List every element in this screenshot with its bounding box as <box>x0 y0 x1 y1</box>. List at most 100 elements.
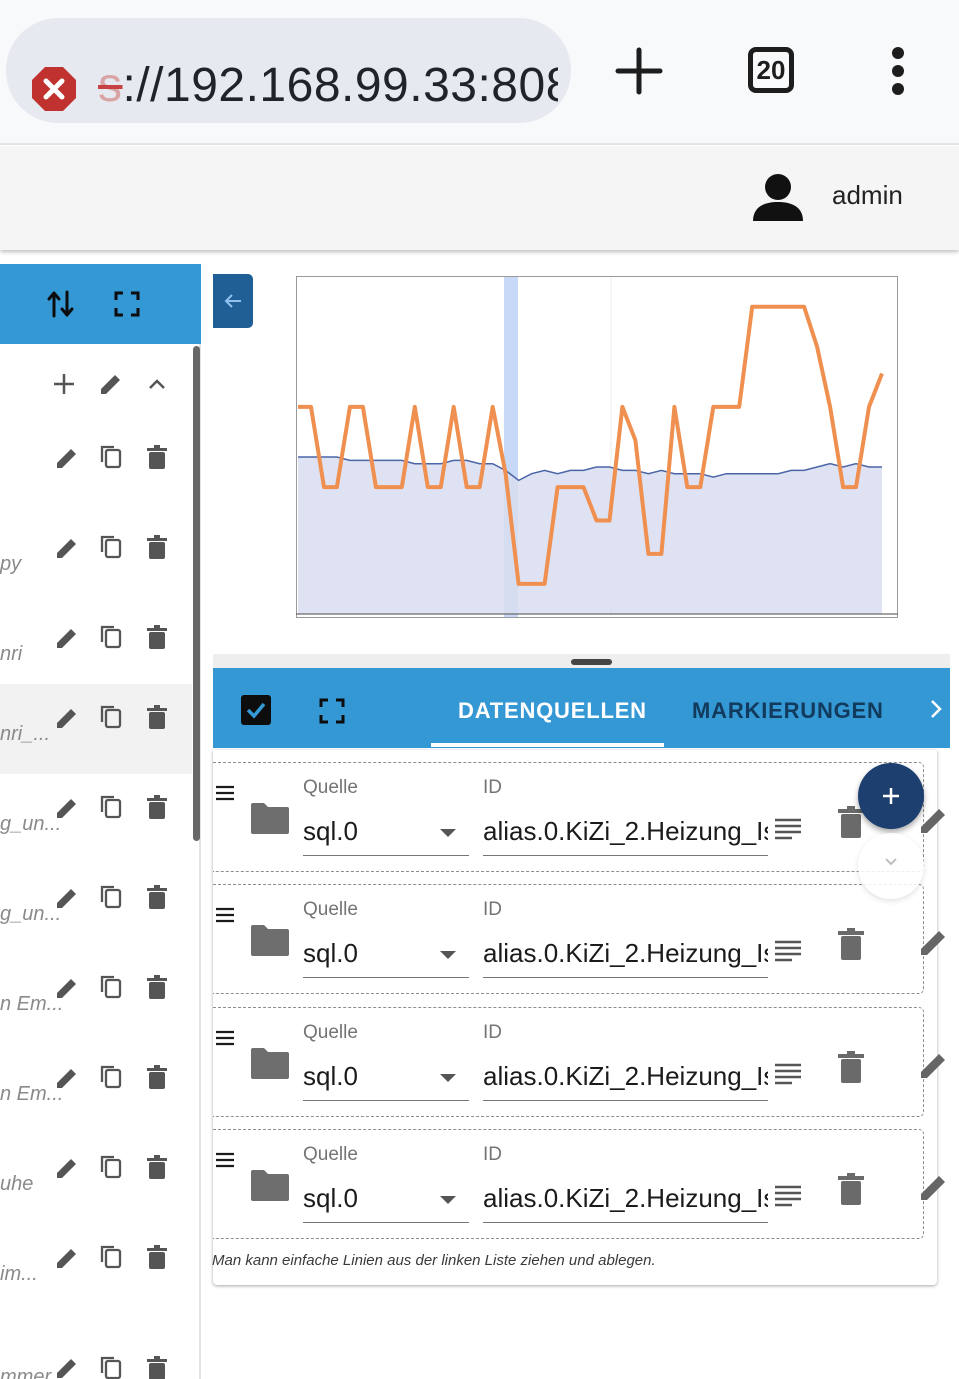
edit-icon[interactable] <box>53 704 81 732</box>
list-item[interactable]: n Em... <box>0 954 192 1044</box>
collapse-icon[interactable] <box>143 370 171 398</box>
splitter-handle[interactable] <box>571 659 612 665</box>
list-item[interactable]: im... <box>0 1224 192 1314</box>
edit-icon[interactable] <box>53 1154 81 1182</box>
collapse-left-button[interactable] <box>213 274 253 328</box>
edit-icon[interactable] <box>53 974 81 1002</box>
delete-icon[interactable] <box>143 1354 171 1379</box>
url-text[interactable]: s://192.168.99.33:8081 <box>98 58 558 113</box>
edit-icon[interactable] <box>918 925 950 957</box>
edit-icon[interactable] <box>918 1170 950 1202</box>
new-tab-icon[interactable] <box>612 44 666 98</box>
list-item[interactable]: g_un... <box>0 864 192 954</box>
delete-icon[interactable] <box>143 1243 171 1271</box>
delete-icon[interactable] <box>143 883 171 911</box>
expand-button[interactable] <box>858 833 924 899</box>
delete-icon[interactable] <box>143 793 171 821</box>
source-select[interactable]: sql.0 <box>303 1055 469 1101</box>
edit-icon[interactable] <box>918 1048 950 1080</box>
expand-icon[interactable] <box>318 697 346 725</box>
copy-icon[interactable] <box>97 1063 125 1091</box>
list-select-icon[interactable] <box>774 817 802 841</box>
add-datasource-button[interactable] <box>858 763 924 829</box>
source-select[interactable]: sql.0 <box>303 932 469 978</box>
delete-icon[interactable] <box>837 1172 865 1206</box>
id-field[interactable]: alias.0.KiZi_2.Heizung_Ist <box>483 1055 768 1101</box>
edit-icon[interactable] <box>53 884 81 912</box>
delete-icon[interactable] <box>143 1063 171 1091</box>
copy-icon[interactable] <box>97 973 125 1001</box>
folder-icon[interactable] <box>249 923 291 957</box>
copy-icon[interactable] <box>97 883 125 911</box>
delete-icon[interactable] <box>143 623 171 651</box>
copy-icon[interactable] <box>97 793 125 821</box>
copy-icon[interactable] <box>97 443 125 471</box>
user-icon[interactable] <box>752 171 804 223</box>
tab-switcher-button[interactable]: 20 <box>748 47 794 93</box>
list-select-icon[interactable] <box>774 1184 802 1208</box>
edit-icon[interactable] <box>97 370 125 398</box>
datasource-row[interactable]: Quelle sql.0 ID alias.0.KiZi_2.Heizung_Ist <box>213 1007 945 1117</box>
tab-markierungen[interactable]: MARKIERUNGEN <box>692 698 884 724</box>
list-item[interactable]: g_un... <box>0 774 192 864</box>
datasource-row[interactable]: Quelle sql.0 ID alias.0.KiZi_2.Heizung_Ist <box>213 762 945 872</box>
copy-icon[interactable] <box>97 623 125 651</box>
copy-icon[interactable] <box>97 703 125 731</box>
sort-icon[interactable] <box>45 288 77 320</box>
delete-icon[interactable] <box>837 1050 865 1084</box>
list-item[interactable]: nri_... <box>0 684 192 774</box>
address-bar[interactable]: s://192.168.99.33:8081 <box>6 18 571 123</box>
list-item[interactable]: n Em... <box>0 1044 192 1134</box>
delete-icon[interactable] <box>143 973 171 1001</box>
more-vert-icon[interactable] <box>884 46 912 96</box>
drag-handle-icon[interactable] <box>215 1030 235 1046</box>
tab-datenquellen[interactable]: DATENQUELLEN <box>458 698 647 724</box>
drag-handle-icon[interactable] <box>215 785 235 801</box>
list-item[interactable] <box>0 424 192 514</box>
user-name[interactable]: admin <box>832 180 903 211</box>
edit-icon[interactable] <box>53 1354 81 1379</box>
not-secure-icon[interactable] <box>31 66 77 112</box>
folder-icon[interactable] <box>249 1168 291 1202</box>
delete-icon[interactable] <box>143 703 171 731</box>
id-field[interactable]: alias.0.KiZi_2.Heizung_Ist <box>483 1177 768 1223</box>
list-item[interactable]: uhe <box>0 1134 192 1224</box>
edit-icon[interactable] <box>53 624 81 652</box>
id-field[interactable]: alias.0.KiZi_2.Heizung_Ist <box>483 932 768 978</box>
delete-icon[interactable] <box>837 927 865 961</box>
edit-icon[interactable] <box>918 803 950 835</box>
edit-icon[interactable] <box>53 534 81 562</box>
copy-icon[interactable] <box>97 533 125 561</box>
copy-icon[interactable] <box>97 1354 125 1379</box>
list-select-icon[interactable] <box>774 1062 802 1086</box>
delete-icon[interactable] <box>143 1153 171 1181</box>
source-select[interactable]: sql.0 <box>303 1177 469 1223</box>
chart[interactable] <box>296 276 898 618</box>
left-scrollbar[interactable] <box>193 346 200 841</box>
list-item[interactable]: nri <box>0 604 192 694</box>
copy-icon[interactable] <box>97 1243 125 1271</box>
folder-icon[interactable] <box>249 801 291 835</box>
edit-icon[interactable] <box>53 1244 81 1272</box>
id-field[interactable]: alias.0.KiZi_2.Heizung_Ist <box>483 810 768 856</box>
copy-icon[interactable] <box>97 1153 125 1181</box>
source-select[interactable]: sql.0 <box>303 810 469 856</box>
drag-handle-icon[interactable] <box>215 907 235 923</box>
checkbox-checked[interactable] <box>241 695 271 725</box>
delete-icon[interactable] <box>143 533 171 561</box>
chevron-right-icon[interactable] <box>927 698 945 720</box>
add-icon[interactable] <box>50 370 78 398</box>
edit-icon[interactable] <box>53 794 81 822</box>
fullscreen-icon[interactable] <box>111 288 143 320</box>
datasource-row[interactable]: Quelle sql.0 ID alias.0.KiZi_2.Heizung_Ist <box>213 1129 945 1239</box>
folder-icon[interactable] <box>249 1046 291 1080</box>
delete-icon[interactable] <box>143 443 171 471</box>
drag-handle-icon[interactable] <box>215 1152 235 1168</box>
list-item-label: uhe <box>0 1173 34 1195</box>
edit-icon[interactable] <box>53 444 81 472</box>
list-item[interactable]: py <box>0 514 192 604</box>
edit-icon[interactable] <box>53 1064 81 1092</box>
list-select-icon[interactable] <box>774 939 802 963</box>
datasource-row[interactable]: Quelle sql.0 ID alias.0.KiZi_2.Heizung_Ist <box>213 884 945 994</box>
list-item[interactable]: mmer <box>0 1314 192 1379</box>
